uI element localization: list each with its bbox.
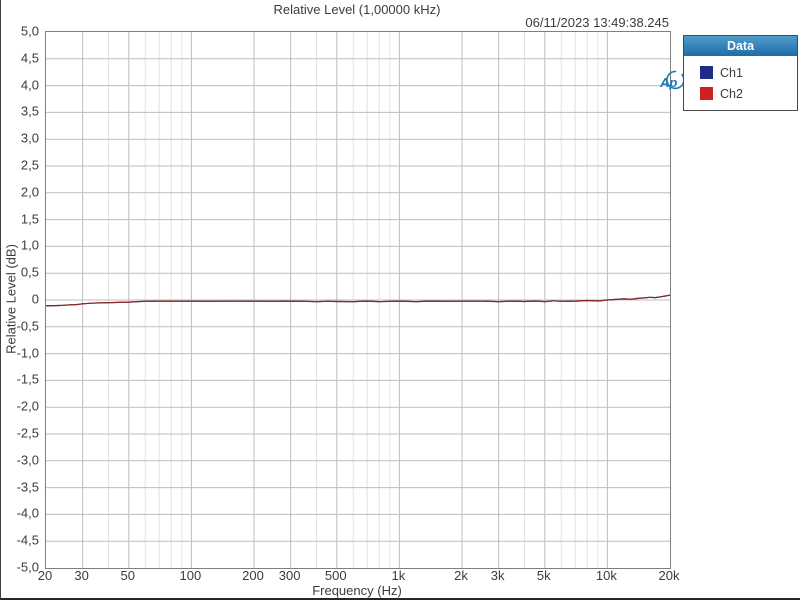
y-tick-label: -0,5 xyxy=(16,318,39,334)
y-tick-label: 2,5 xyxy=(20,157,39,173)
y-tick-label: -3,0 xyxy=(16,452,39,468)
x-tick-label: 200 xyxy=(242,568,264,583)
legend-header: Data xyxy=(684,36,797,56)
x-axis-title: Frequency (Hz) xyxy=(312,583,402,598)
x-tick-label: 20 xyxy=(37,568,53,583)
timestamp: 06/11/2023 13:49:38.245 xyxy=(525,15,669,30)
x-tick-label: 10k xyxy=(595,568,617,583)
y-tick-label: 5,0 xyxy=(20,23,39,39)
y-tick-label: 1,0 xyxy=(20,237,39,253)
y-tick-label: 4,0 xyxy=(20,77,39,93)
x-tick-label: 5k xyxy=(536,568,551,583)
x-tick-label: 30 xyxy=(74,568,89,583)
y-tick-label: -2,0 xyxy=(16,398,39,414)
y-tick-label: -5,0 xyxy=(16,559,39,575)
y-tick-label: 4,5 xyxy=(20,50,39,66)
y-tick-label: 2,0 xyxy=(20,184,39,200)
y-tick-label: -1,5 xyxy=(16,371,39,387)
chart-canvas xyxy=(46,32,670,568)
legend-item-label: Ch1 xyxy=(720,65,743,80)
y-tick-label: -2,5 xyxy=(16,425,39,441)
y-tick-label: -3,5 xyxy=(16,479,39,495)
x-tick-label: 3k xyxy=(490,568,505,583)
y-tick-label: -1,0 xyxy=(16,345,39,361)
y-tick-label: -4,5 xyxy=(16,532,39,548)
x-tick-label: 1k xyxy=(391,568,406,583)
x-tick-label: 20k xyxy=(658,568,680,583)
x-tick-label: 2k xyxy=(454,568,468,583)
y-tick-label: 0 xyxy=(31,291,39,307)
ch1-color-swatch-icon xyxy=(700,66,713,79)
y-tick-label: 1,5 xyxy=(20,211,39,227)
plot-area: Ap xyxy=(45,31,685,569)
x-tick-label: 100 xyxy=(179,568,202,583)
x-tick-label: 500 xyxy=(324,568,347,583)
y-tick-label: 3,0 xyxy=(20,130,39,146)
measurement-window: Relative Level (1,00000 kHz) 06/11/2023 … xyxy=(0,0,800,600)
legend-item-ch1[interactable]: Ch1 xyxy=(700,62,797,83)
y-tick-label: 3,5 xyxy=(20,103,39,119)
legend-panel: Data Ch1 Ch2 xyxy=(683,35,798,111)
legend-item-ch2[interactable]: Ch2 xyxy=(700,83,797,104)
x-tick-label: 50 xyxy=(120,568,135,583)
ch2-color-swatch-icon xyxy=(700,87,713,100)
y-tick-label: 0,5 xyxy=(20,264,39,280)
y-tick-label: -4,0 xyxy=(16,505,39,521)
legend-item-label: Ch2 xyxy=(720,86,743,101)
legend-body: Ch1 Ch2 xyxy=(684,56,797,110)
ap-logo-text: Ap xyxy=(659,75,677,90)
x-tick-label: 300 xyxy=(278,568,301,583)
